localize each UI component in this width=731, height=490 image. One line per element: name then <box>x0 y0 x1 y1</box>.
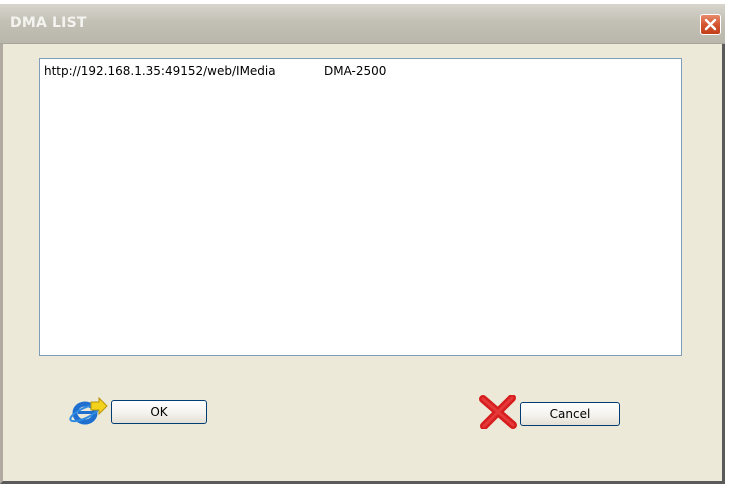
close-button[interactable] <box>700 14 721 35</box>
dma-name: DMA-2500 <box>324 64 387 78</box>
dma-url: http://192.168.1.35:49152/web/IMedia <box>44 64 276 78</box>
cancel-button[interactable]: Cancel <box>520 402 620 426</box>
dialog-title: DMA LIST <box>10 15 87 31</box>
list-item[interactable]: http://192.168.1.35:49152/web/IMedia DMA-… <box>44 63 386 79</box>
internet-explorer-icon <box>69 396 109 430</box>
ok-button[interactable]: OK <box>111 400 207 424</box>
dma-listbox[interactable]: http://192.168.1.35:49152/web/IMedia DMA-… <box>39 58 682 356</box>
red-x-icon <box>479 394 517 433</box>
close-icon <box>704 18 717 31</box>
dma-list-dialog: DMA LIST http://192.168.1.35:49152/web/I… <box>0 4 725 484</box>
title-bar[interactable]: DMA LIST <box>0 4 725 44</box>
